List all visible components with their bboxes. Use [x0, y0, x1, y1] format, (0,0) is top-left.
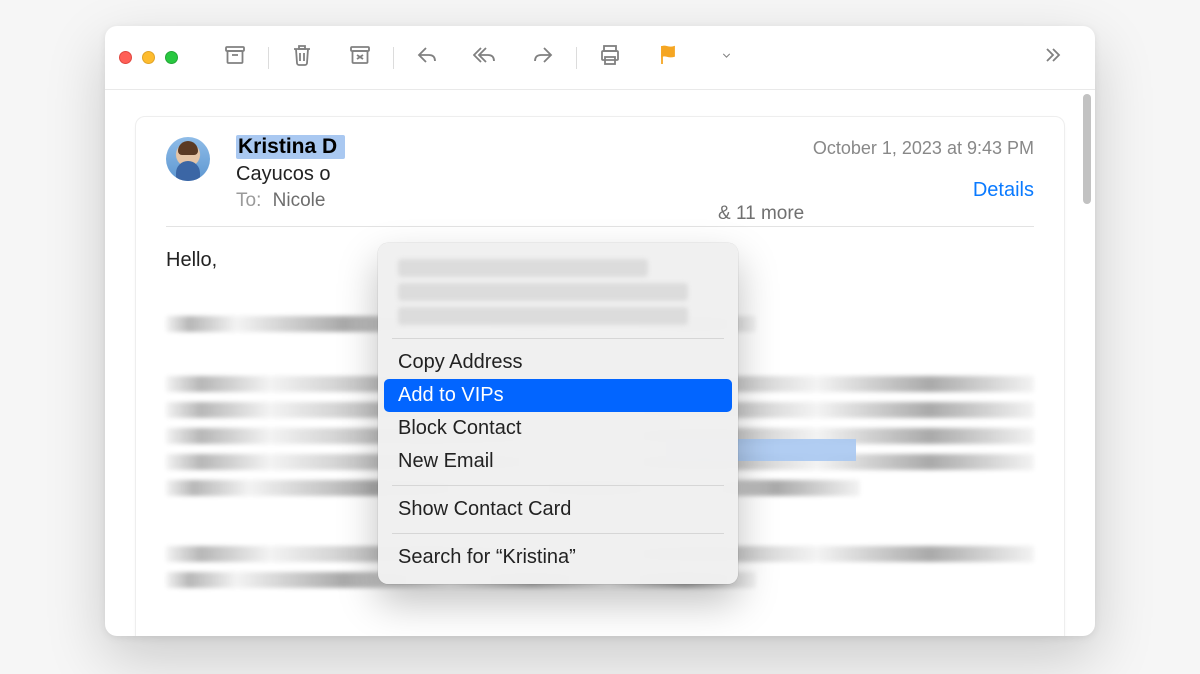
flag-button[interactable]: [639, 40, 697, 76]
message-header: Kristina D Cayucos o To: Nicole & 11 mor…: [166, 135, 1034, 227]
message-card: Kristina D Cayucos o To: Nicole & 11 mor…: [135, 116, 1065, 636]
junk-icon: [348, 43, 372, 72]
forward-icon: [531, 43, 555, 72]
reply-button[interactable]: [398, 40, 456, 76]
redacted-menu-item[interactable]: [398, 307, 688, 325]
reply-all-icon: [473, 43, 497, 72]
mail-message-window: Kristina D Cayucos o To: Nicole & 11 mor…: [105, 26, 1095, 636]
reply-all-button[interactable]: [456, 40, 514, 76]
toolbar-divider: [393, 47, 394, 69]
toolbar-divider: [268, 47, 269, 69]
toolbar-actions: [206, 40, 755, 76]
print-icon: [598, 43, 622, 72]
trash-icon: [290, 43, 314, 72]
recipients-row: To: Nicole: [236, 190, 1034, 212]
minimize-window-button[interactable]: [142, 51, 155, 64]
close-window-button[interactable]: [119, 51, 132, 64]
avatar[interactable]: [166, 137, 210, 181]
print-button[interactable]: [581, 40, 639, 76]
toolbar: [105, 26, 1095, 90]
menu-separator: [392, 533, 724, 534]
reply-icon: [415, 43, 439, 72]
delete-button[interactable]: [273, 40, 331, 76]
timestamp: October 1, 2023 at 9:43 PM: [813, 138, 1034, 159]
redacted-menu-item[interactable]: [398, 283, 688, 301]
menu-show-contact-card[interactable]: Show Contact Card: [384, 493, 732, 526]
zoom-window-button[interactable]: [165, 51, 178, 64]
menu-add-to-vips[interactable]: Add to VIPs: [384, 379, 732, 412]
more-recipients[interactable]: & 11 more: [718, 203, 804, 225]
menu-separator: [392, 338, 724, 339]
sender-name[interactable]: Kristina D: [236, 135, 345, 159]
sender-context-menu: Copy Address Add to VIPs Block Contact N…: [378, 243, 738, 584]
archive-icon: [223, 43, 247, 72]
message-viewer: Kristina D Cayucos o To: Nicole & 11 mor…: [105, 90, 1095, 636]
redacted-menu-item[interactable]: [398, 259, 648, 277]
junk-button[interactable]: [331, 40, 389, 76]
chevrons-right-icon: [1040, 43, 1064, 72]
menu-separator: [392, 485, 724, 486]
menu-block-contact[interactable]: Block Contact: [384, 412, 732, 445]
archive-button[interactable]: [206, 40, 264, 76]
subject: Cayucos o: [236, 163, 346, 186]
chevron-down-icon: [720, 49, 733, 67]
menu-copy-address[interactable]: Copy Address: [384, 346, 732, 379]
recipient[interactable]: Nicole: [273, 190, 326, 211]
flag-menu-button[interactable]: [697, 40, 755, 76]
scrollbar[interactable]: [1083, 94, 1091, 632]
menu-new-email[interactable]: New Email: [384, 445, 732, 478]
flag-icon: [656, 43, 680, 72]
menu-search-for[interactable]: Search for “Kristina”: [384, 541, 732, 574]
details-link[interactable]: Details: [973, 179, 1034, 202]
forward-button[interactable]: [514, 40, 572, 76]
scrollbar-thumb[interactable]: [1083, 94, 1091, 204]
toolbar-overflow-button[interactable]: [1023, 40, 1081, 76]
toolbar-divider: [576, 47, 577, 69]
to-label: To:: [236, 190, 261, 211]
window-controls: [119, 51, 178, 64]
